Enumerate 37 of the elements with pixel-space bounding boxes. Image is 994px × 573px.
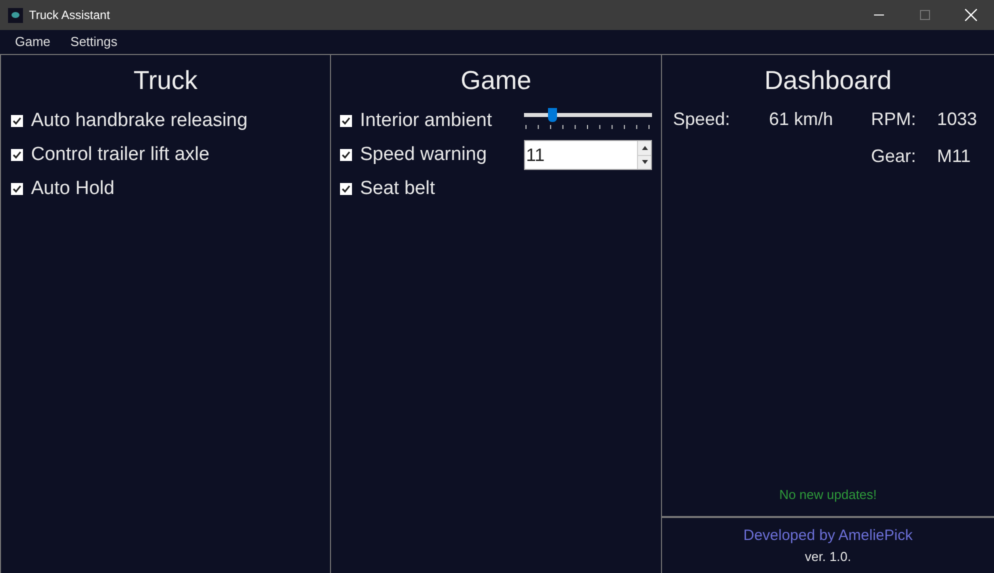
gear-label: Gear: [871, 145, 918, 168]
option-label[interactable]: Interior ambient [360, 106, 492, 136]
update-status: No new updates! [778, 486, 878, 504]
menu-item[interactable]: Settings [61, 32, 126, 52]
menu-item[interactable]: Game [6, 32, 60, 52]
speed-value: 61 km/h [769, 108, 834, 131]
checkbox[interactable] [340, 183, 352, 195]
checkbox[interactable] [340, 115, 352, 127]
window-title: Truck Assistant [29, 7, 110, 24]
rpm-value: 1033 [937, 108, 978, 131]
option-label[interactable]: Auto Hold [31, 174, 114, 204]
option-label[interactable]: Auto handbrake releasing [31, 106, 248, 136]
panel-title: Game [460, 64, 532, 97]
rpm-label: RPM: [871, 108, 917, 131]
down-arrow-icon [642, 160, 648, 164]
close-icon [965, 9, 977, 21]
gear-value: M11 [937, 145, 972, 168]
checkbox[interactable] [11, 183, 23, 195]
option-label[interactable]: Speed warning [360, 140, 487, 170]
speed-input[interactable]: 11 [525, 142, 637, 168]
checkbox[interactable] [11, 149, 23, 161]
spin-up-button[interactable] [638, 141, 651, 154]
checkbox[interactable] [11, 115, 23, 127]
speed-spinbox[interactable]: 11 [524, 140, 652, 170]
option-label[interactable]: Seat belt [360, 174, 435, 204]
maximize-icon [920, 10, 930, 20]
developer-credit: Developed by AmeliePick [743, 526, 913, 546]
version-label: ver. 1.0. [804, 548, 852, 566]
option-label[interactable]: Control trailer lift axle [31, 140, 210, 170]
checkbox[interactable] [340, 149, 352, 161]
spin-down-button[interactable] [638, 154, 651, 169]
app-icon [8, 8, 23, 22]
speed-label: Speed: [673, 108, 732, 131]
panel-title: Dashboard [763, 64, 893, 97]
up-arrow-icon [642, 146, 648, 150]
slider-thumb[interactable] [548, 108, 558, 122]
panel-title: Truck [132, 64, 199, 97]
